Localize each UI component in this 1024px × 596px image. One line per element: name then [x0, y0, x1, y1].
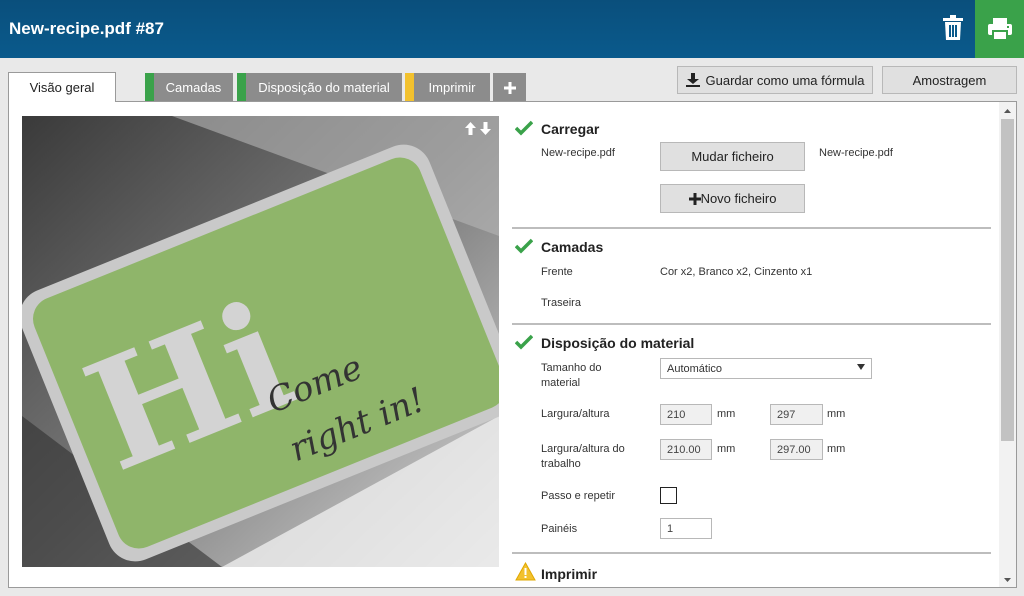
job-height-input[interactable]: 297.00 [770, 439, 823, 460]
tab-label: Camadas [165, 80, 222, 95]
delete-button[interactable] [934, 8, 972, 48]
unit-label: mm [717, 408, 736, 420]
preview-artwork: Hi Come right in! [22, 116, 499, 567]
printer-icon [987, 18, 1012, 41]
plus-icon [503, 81, 516, 94]
change-file-label: Mudar ficheiro [691, 149, 774, 164]
save-as-formula-label: Guardar como uma fórmula [705, 72, 865, 88]
section-title-layers: Camadas [541, 239, 604, 255]
warning-icon [515, 562, 536, 581]
media-size-label: Tamanho do material [541, 362, 602, 389]
loaded-file-label: New-recipe.pdf [541, 147, 615, 159]
loaded-file-value: New-recipe.pdf [819, 147, 893, 159]
job-width-height-label: Largura/altura do trabalho [541, 443, 625, 470]
status-indicator [405, 73, 414, 102]
divider [512, 323, 991, 325]
arrow-down-icon[interactable] [480, 122, 491, 135]
new-file-label: Novo ficheiro [700, 191, 777, 206]
check-icon [515, 238, 533, 254]
tab-print[interactable]: Imprimir [405, 73, 490, 102]
check-icon [515, 334, 533, 350]
sampling-label: Amostragem [912, 72, 987, 88]
new-file-button[interactable]: Novo ficheiro [660, 184, 805, 213]
divider [512, 227, 991, 229]
change-file-button[interactable]: Mudar ficheiro [660, 142, 805, 171]
unit-label: mm [827, 408, 846, 420]
chevron-down-icon [857, 364, 865, 370]
panels-label: Painéis [541, 523, 578, 535]
section-title-material-layout: Disposição do material [541, 335, 695, 351]
print-button[interactable] [975, 0, 1024, 58]
arrow-up-icon[interactable] [465, 122, 476, 135]
status-indicator [237, 73, 246, 102]
unit-label: mm [717, 443, 736, 455]
media-size-value: Automático [667, 362, 723, 375]
section-title-print: Imprimir [541, 566, 598, 582]
save-as-formula-button[interactable]: Guardar como uma fórmula [677, 66, 873, 94]
scroll-up-icon[interactable] [999, 105, 1016, 117]
check-icon [515, 120, 533, 136]
scrollbar-thumb[interactable] [1001, 119, 1014, 441]
divider [512, 552, 991, 554]
step-repeat-label: Passo e repetir [541, 490, 615, 502]
media-height-input[interactable]: 297 [770, 404, 823, 425]
overview-panel: Hi Come right in! Carregar New-recipe.pd… [8, 101, 1017, 588]
app-header: New-recipe.pdf #87 [0, 0, 1024, 58]
unit-label: mm [827, 443, 846, 455]
scroll-down-icon[interactable] [999, 574, 1016, 586]
download-icon [685, 73, 700, 87]
tab-label: Disposição do material [258, 80, 390, 95]
section-title-load: Carregar [541, 121, 600, 137]
front-label: Frente [541, 266, 573, 278]
front-value: Cor x2, Branco x2, Cinzento x1 [660, 266, 813, 278]
page-title: New-recipe.pdf #87 [9, 19, 164, 38]
reorder-arrows [465, 122, 491, 135]
trash-icon [943, 15, 963, 40]
panels-input[interactable]: 1 [660, 518, 712, 539]
width-height-label: Largura/altura [541, 408, 610, 420]
plus-icon [688, 192, 701, 205]
add-tab-button[interactable] [493, 73, 526, 102]
status-indicator [145, 73, 154, 102]
print-preview-image: Hi Come right in! [22, 116, 499, 567]
tab-material-layout[interactable]: Disposição do material [237, 73, 402, 102]
media-width-input[interactable]: 210 [660, 404, 712, 425]
tab-label: Imprimir [428, 80, 476, 95]
job-width-input[interactable]: 210.00 [660, 439, 712, 460]
sampling-button[interactable]: Amostragem [882, 66, 1017, 94]
overview-settings: Carregar New-recipe.pdf Mudar ficheiro N… [512, 102, 996, 587]
step-repeat-checkbox[interactable] [660, 487, 677, 504]
tab-overview[interactable]: Visão geral [8, 72, 116, 102]
tab-label: Visão geral [29, 80, 95, 95]
scrollbar[interactable] [999, 102, 1016, 587]
tab-layers[interactable]: Camadas [145, 73, 233, 102]
media-size-select[interactable]: Automático [660, 358, 872, 379]
back-label: Traseira [541, 297, 581, 309]
